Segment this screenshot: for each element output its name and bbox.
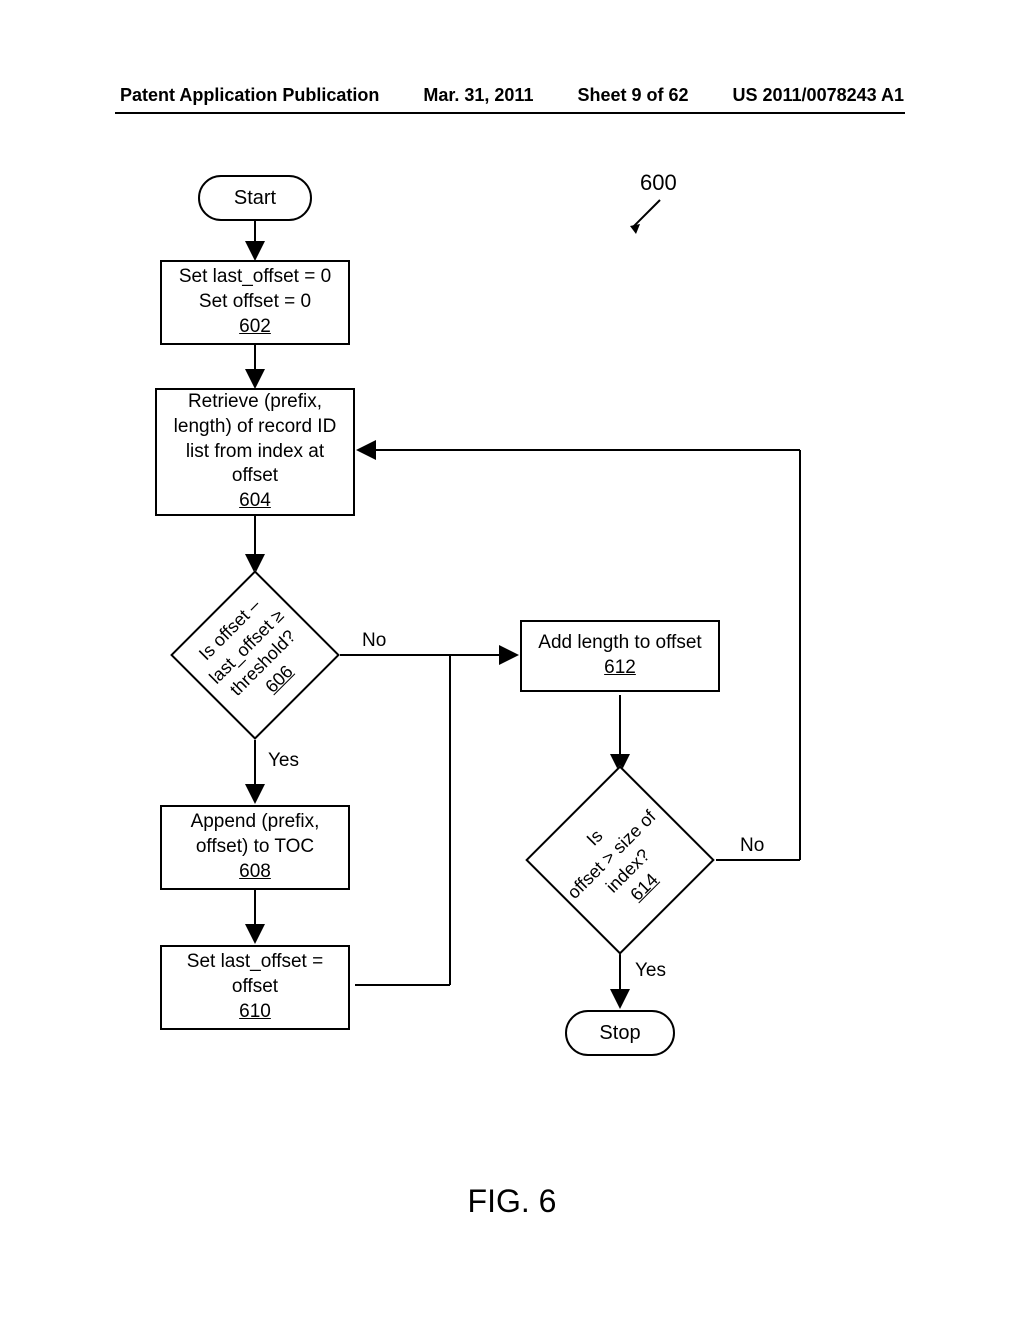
header-rule: [115, 112, 905, 114]
box-612: Add length to offset 612: [520, 620, 720, 692]
ref-600: 600: [640, 170, 677, 196]
b604-l2: length) of record ID: [174, 415, 337, 440]
b608-ref: 608: [239, 860, 271, 885]
label-yes-614: Yes: [635, 960, 666, 982]
start-terminal: Start: [198, 175, 312, 221]
b602-l2: Set offset = 0: [199, 290, 311, 315]
header-mid: Mar. 31, 2011: [423, 85, 533, 106]
label-no-606: No: [362, 630, 386, 652]
b604-l3: list from index at: [186, 440, 324, 465]
header-right: US 2011/0078243 A1: [733, 85, 904, 106]
header-sheet: Sheet 9 of 62: [577, 85, 688, 106]
label-yes-606: Yes: [268, 750, 299, 772]
b604-ref: 604: [239, 489, 271, 514]
stop-terminal: Stop: [565, 1010, 675, 1056]
b610-ref: 610: [239, 1000, 271, 1025]
b610-l2: offset: [232, 975, 278, 1000]
start-label: Start: [234, 187, 276, 210]
b612-l1: Add length to offset: [538, 631, 701, 656]
box-610: Set last_offset = offset 610: [160, 945, 350, 1030]
b608-l1: Append (prefix,: [191, 810, 320, 835]
flowchart: Start Set last_offset = 0 Set offset = 0…: [0, 170, 1024, 1170]
b610-l1: Set last_offset =: [187, 950, 323, 975]
b602-l1: Set last_offset = 0: [179, 265, 331, 290]
stop-label: Stop: [599, 1022, 640, 1045]
figure-number: FIG. 6: [0, 1183, 1024, 1220]
b612-ref: 612: [604, 656, 636, 681]
box-602: Set last_offset = 0 Set offset = 0 602: [160, 260, 350, 345]
box-608: Append (prefix, offset) to TOC 608: [160, 805, 350, 890]
b604-l1: Retrieve (prefix,: [188, 390, 322, 415]
b604-l4: offset: [232, 464, 278, 489]
diamond-614-wrap: Is offset > size of index? 614: [525, 765, 715, 955]
arrow-lines: [0, 170, 1024, 1170]
header-left: Patent Application Publication: [120, 85, 379, 106]
label-no-614: No: [740, 835, 764, 857]
box-604: Retrieve (prefix, length) of record ID l…: [155, 388, 355, 516]
b608-l2: offset) to TOC: [196, 835, 314, 860]
diamond-606-wrap: Is offset – last_offset ≥ threshold? 606: [170, 570, 340, 740]
b602-ref: 602: [239, 315, 271, 340]
